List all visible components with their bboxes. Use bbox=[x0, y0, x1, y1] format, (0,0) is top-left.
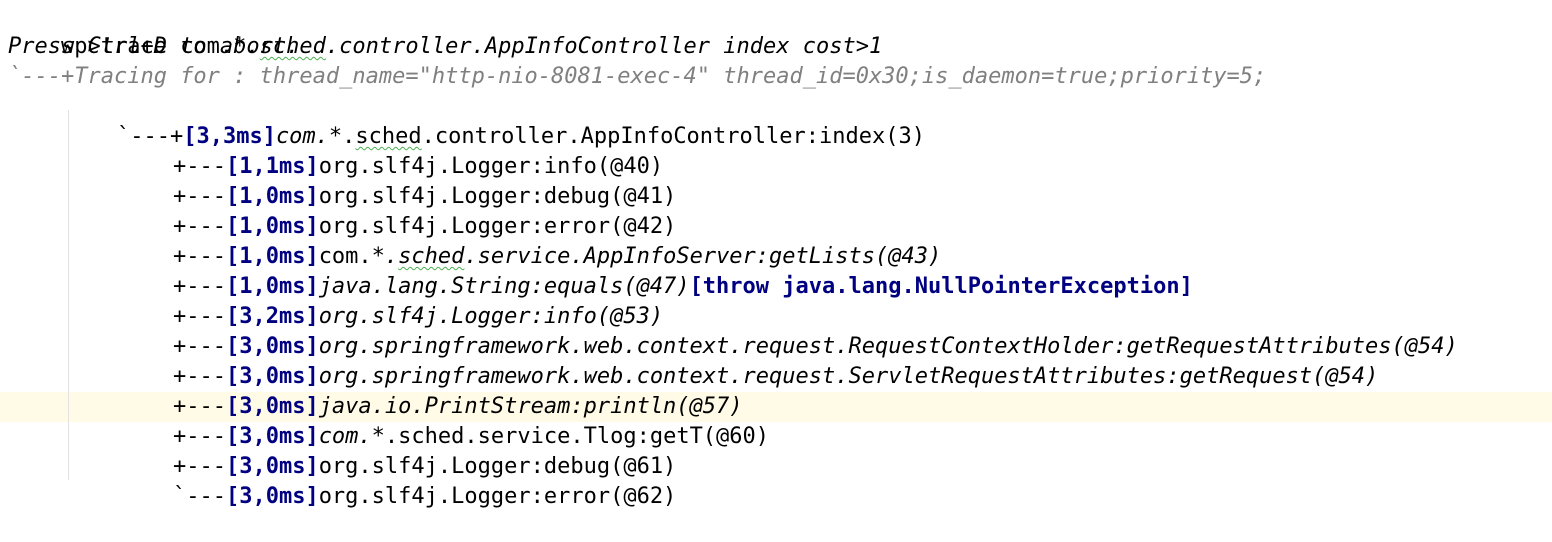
trace-entry: +---[3,0ms]org.springframework.web.conte… bbox=[120, 302, 1458, 359]
abort-hint: Press Ctrl+D to abort. bbox=[8, 34, 300, 59]
trace-entry: +---[1,1ms]org.slf4j.Logger:info(@40) bbox=[120, 122, 663, 179]
trace-entry: +---[3,0ms]org.springframework.web.conte… bbox=[120, 332, 1378, 389]
trace-root: `---+[3,3ms]com.*.sched.controller.AppIn… bbox=[64, 92, 925, 149]
trace-entry: +---[1,0ms]org.slf4j.Logger:debug(@41) bbox=[120, 152, 676, 209]
call: org.slf4j.Logger:error(@62) bbox=[318, 484, 677, 509]
trace-entry: `---[3,0ms]org.slf4j.Logger:error(@62) bbox=[120, 452, 676, 509]
command-line[interactable]: wp>trace com.*.sched.controller.AppInfoC… bbox=[8, 2, 882, 59]
trace-entry: +---[3,0ms]java.io.PrintStream:println(@… bbox=[120, 362, 743, 419]
tracing-header: `---+Tracing for : thread_name="http-nio… bbox=[8, 64, 1267, 89]
timing: [3,0ms] bbox=[225, 484, 319, 509]
tree-prefix: `--- bbox=[172, 484, 226, 509]
trace-entry: +---[1,0ms]org.slf4j.Logger:error(@42) bbox=[120, 182, 676, 239]
trace-entry: +---[3,0ms]org.slf4j.Logger:debug(@61) bbox=[120, 422, 676, 479]
trace-entry-current[interactable]: +---[3,0ms]com.*.sched.service.Tlog:getT… bbox=[120, 392, 769, 449]
trace-entry: +---[1,0ms]com.*.sched.service.AppInfoSe… bbox=[120, 212, 941, 269]
exception-badge: [throw java.lang.NullPointerException] bbox=[689, 274, 1193, 299]
trace-entry: +---[3,2ms]org.slf4j.Logger:info(@53) bbox=[120, 272, 663, 329]
command-rest: .controller.AppInfoController index cost… bbox=[325, 34, 883, 59]
trace-entry: +---[1,0ms]java.lang.String:equals(@47)[… bbox=[120, 242, 1193, 299]
console-output[interactable]: wp>trace com.*.sched.controller.AppInfoC… bbox=[0, 0, 1552, 522]
